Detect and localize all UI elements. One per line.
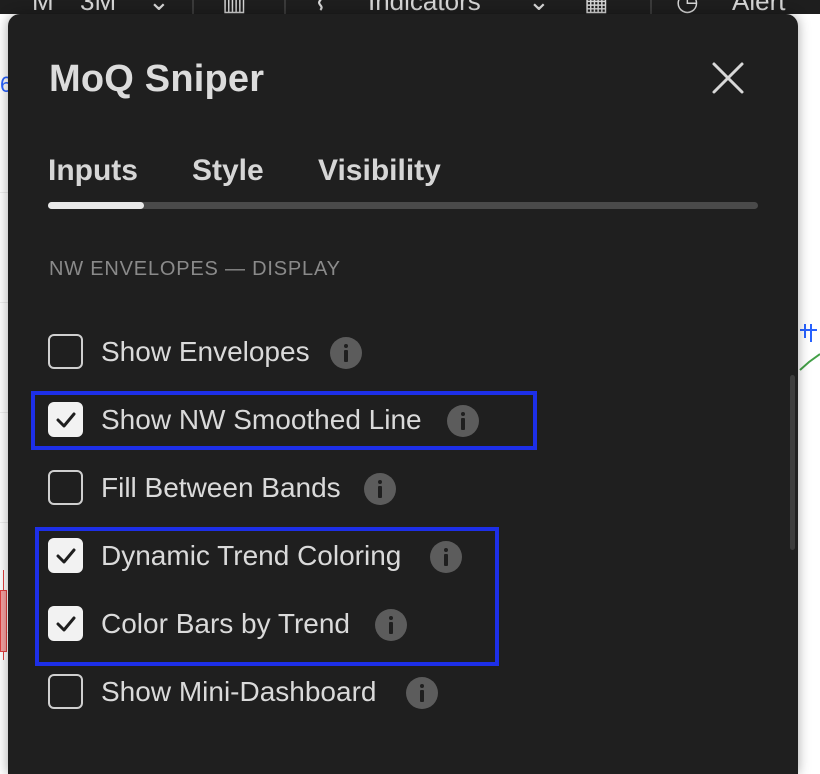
option-label: Fill Between Bands <box>101 472 341 503</box>
symbol-button[interactable]: M <box>32 0 54 14</box>
section-header: NW ENVELOPES — DISPLAY <box>49 258 341 280</box>
close-icon[interactable] <box>708 58 748 98</box>
info-icon[interactable] <box>364 473 396 505</box>
chart-toolbar: M 3M ⌄ ▥ ⌇ Indicators ⌄ ▦ ◷ Alert <box>0 0 820 14</box>
layout-grid-icon[interactable]: ▦ <box>584 0 609 14</box>
indicators-button[interactable]: Indicators <box>368 0 481 14</box>
alert-clock-icon[interactable]: ◷ <box>676 0 699 14</box>
highlight-box <box>35 527 499 666</box>
toolbar-divider <box>650 0 652 14</box>
bar-style-icon[interactable]: ▥ <box>222 0 247 14</box>
toolbar-divider <box>192 0 194 14</box>
tab-track <box>48 202 758 209</box>
info-icon[interactable] <box>406 677 438 709</box>
dialog-scrollbar[interactable] <box>790 375 795 550</box>
tab-visibility[interactable]: Visibility <box>318 154 441 188</box>
fill-between-bands-checkbox[interactable] <box>48 470 83 505</box>
chart-series-fragment <box>799 324 820 371</box>
info-icon[interactable] <box>330 337 362 369</box>
chevron-down-icon[interactable]: ⌄ <box>528 0 550 14</box>
price-scale[interactable] <box>797 14 820 754</box>
indicator-settings-dialog: MoQ Sniper Inputs Style Visibility NW EN… <box>8 14 798 774</box>
option-label: Show Mini-Dashboard <box>101 676 377 707</box>
active-tab-indicator <box>48 202 144 209</box>
tab-inputs[interactable]: Inputs <box>48 154 138 188</box>
highlight-box <box>31 391 537 450</box>
tab-style[interactable]: Style <box>192 154 264 188</box>
bearish-candle <box>0 590 7 652</box>
timeframe-button[interactable]: 3M <box>80 0 116 14</box>
show-mini-dashboard-checkbox[interactable] <box>48 674 83 709</box>
toolbar-divider <box>284 0 286 14</box>
option-label: Show Envelopes <box>101 336 310 367</box>
chevron-down-icon[interactable]: ⌄ <box>148 0 170 14</box>
dialog-title: MoQ Sniper <box>49 58 265 100</box>
show-envelopes-checkbox[interactable] <box>48 334 83 369</box>
alert-button[interactable]: Alert <box>732 0 785 14</box>
indicators-icon[interactable]: ⌇ <box>314 0 327 14</box>
